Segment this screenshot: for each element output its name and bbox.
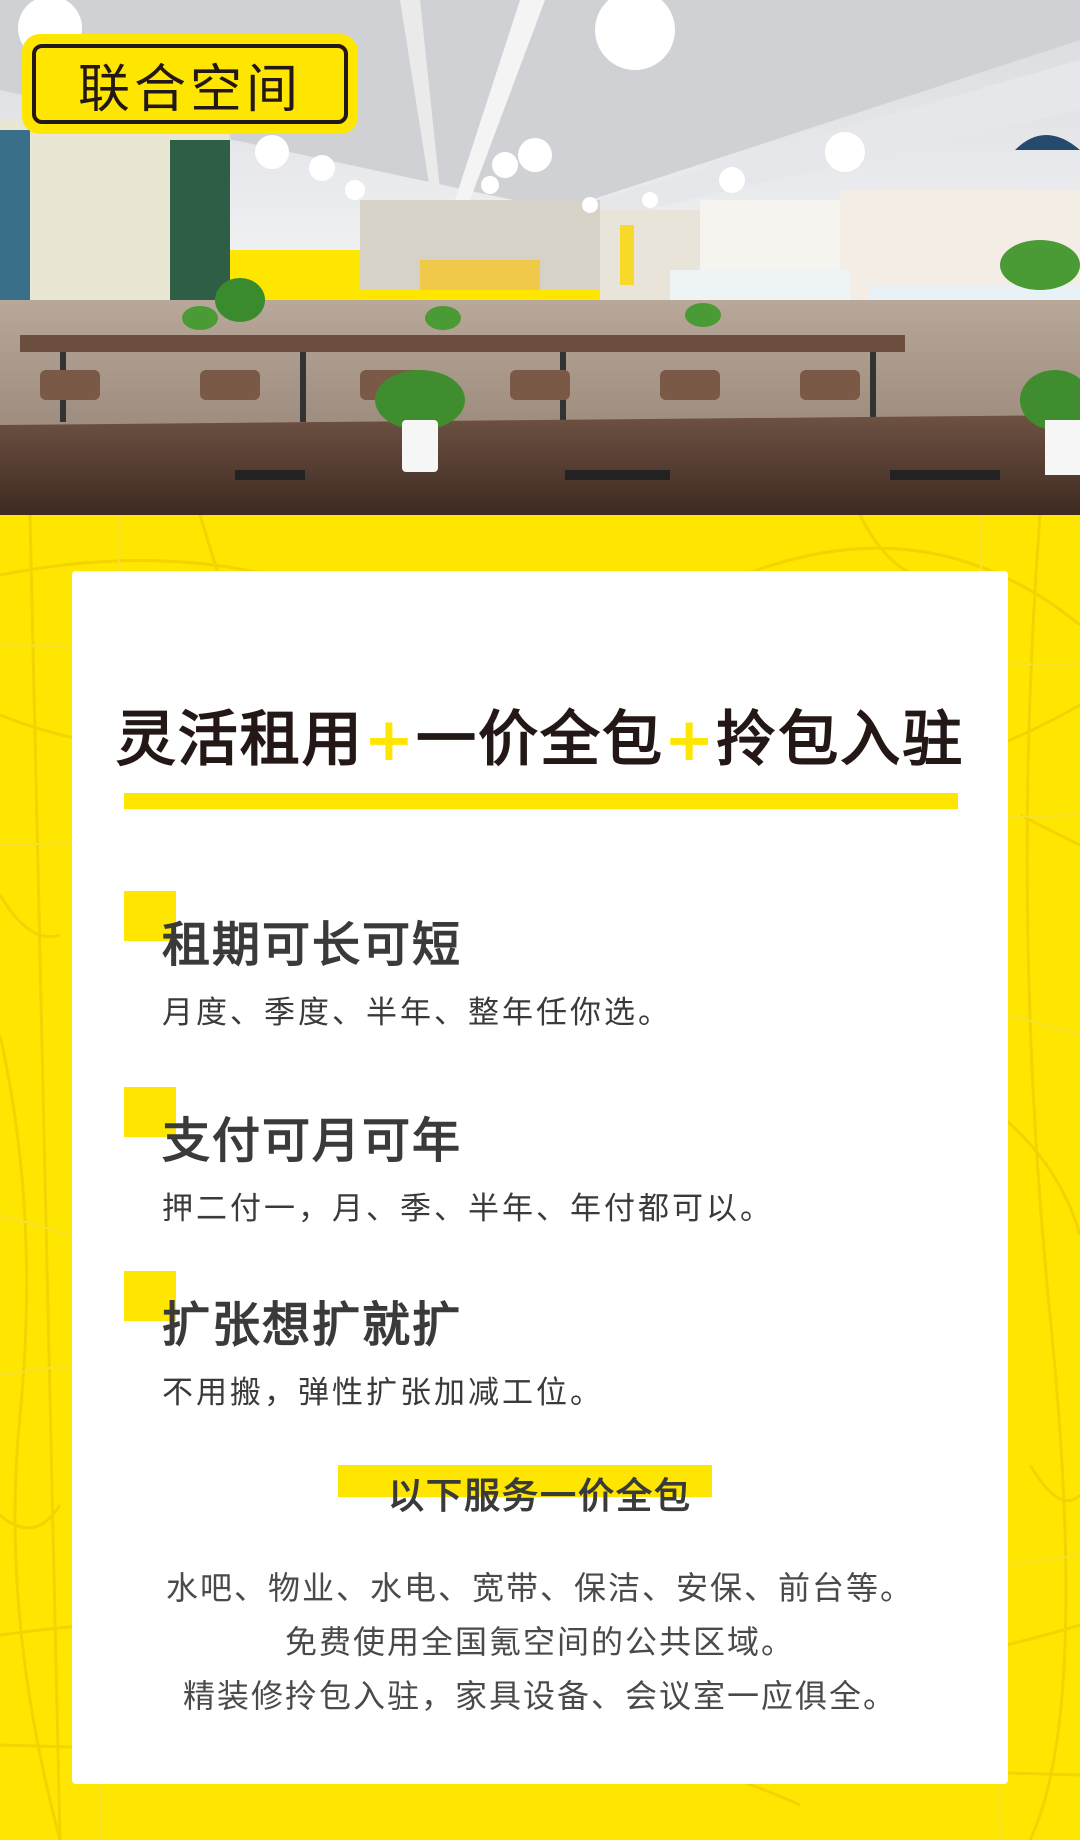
feature-title: 租期可长可短 [162,917,463,973]
services-line: 精装修拎包入驻，家具设备、会议室一应俱全。 [182,1677,897,1715]
feature-desc: 不用搬，弹性扩张加减工位。 [162,1375,604,1411]
brand-tag-label: 联合空间 [32,44,348,124]
feature-expansion: 扩张想扩就扩 不用搬，弹性扩张加减工位。 [124,1271,924,1431]
headline-part-2: 一价全包 [416,705,664,775]
headline-part-1: 灵活租用 [115,705,364,775]
hero-photo: 联合空间 [0,0,1080,515]
feature-title: 支付可月可年 [162,1113,463,1169]
feature-title: 扩张想扩就扩 [162,1297,463,1353]
headline: 灵活租用+一价全包+拎包入驻 [72,691,1008,778]
services-line: 免费使用全国氪空间的公共区域。 [284,1623,795,1661]
feature-desc: 月度、季度、半年、整年任你选。 [162,995,672,1031]
headline-plus-2: + [664,705,717,775]
headline-part-3: 拎包入驻 [716,705,965,775]
services-list: 水吧、物业、水电、宽带、保洁、安保、前台等。 免费使用全国氪空间的公共区域。 精… [72,1561,1008,1723]
headline-underline [124,793,958,809]
services-heading: 以下服务一价全包 [387,1476,692,1517]
feature-desc: 押二付一，月、季、半年、年付都可以。 [162,1191,774,1227]
feature-lease-term: 租期可长可短 月度、季度、半年、整年任你选。 [124,891,924,1051]
feature-payment: 支付可月可年 押二付一，月、季、半年、年付都可以。 [124,1087,924,1247]
info-card: 灵活租用+一价全包+拎包入驻 租期可长可短 月度、季度、半年、整年任你选。 支付… [72,571,1008,1784]
headline-plus-1: + [363,705,416,775]
brand-tag: 联合空间 [22,34,358,134]
services-line: 水吧、物业、水电、宽带、保洁、安保、前台等。 [165,1569,914,1607]
